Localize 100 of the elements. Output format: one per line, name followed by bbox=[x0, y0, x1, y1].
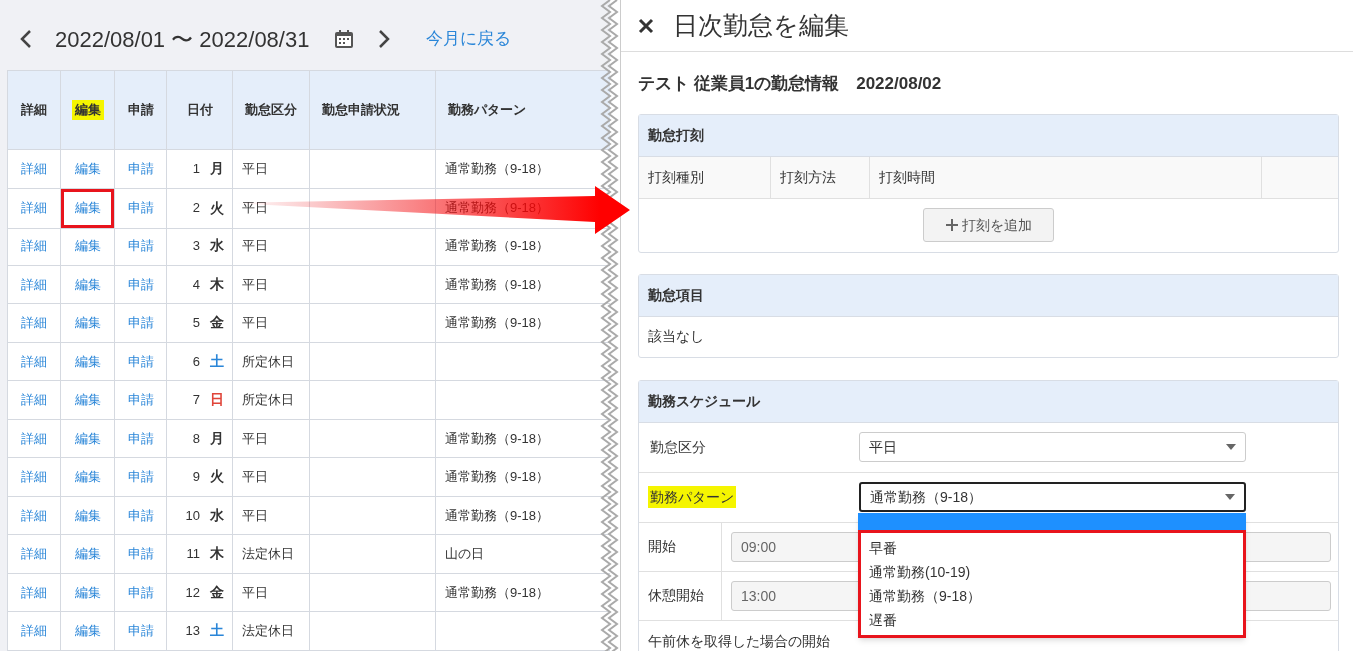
section-title: 勤務スケジュール bbox=[648, 391, 760, 411]
field-label: 午前休を取得した場合の開始 bbox=[648, 631, 830, 651]
apply-link[interactable]: 申請 bbox=[127, 198, 154, 218]
edit-link[interactable]: 編集 bbox=[74, 621, 101, 641]
apply-link[interactable]: 申請 bbox=[127, 274, 154, 294]
field-label: 開始 bbox=[648, 537, 676, 556]
edit-link[interactable]: 編集 bbox=[74, 582, 101, 602]
table-cell-text: 通常勤務（9-18） bbox=[445, 275, 550, 294]
date-range: 2022/08/01 〜 2022/08/31 bbox=[55, 25, 310, 54]
detail-link[interactable]: 詳細 bbox=[21, 313, 47, 333]
apply-link[interactable]: 申請 bbox=[127, 467, 154, 487]
table-cell-text: 通常勤務（9-18） bbox=[445, 429, 550, 448]
detail-link[interactable]: 詳細 bbox=[21, 428, 47, 448]
table-cell-text: 平日 bbox=[242, 237, 268, 255]
employee-heading: テスト 従業員1の勤怠情報 2022/08/02 bbox=[638, 73, 943, 95]
field-label: 勤怠区分 bbox=[649, 437, 707, 457]
detail-link[interactable]: 詳細 bbox=[21, 582, 47, 602]
day-number: 2 bbox=[191, 199, 200, 218]
table-cell-text: 平日 bbox=[242, 275, 268, 294]
weekday-text: 土 bbox=[210, 351, 224, 371]
apply-link[interactable]: 申請 bbox=[127, 313, 154, 333]
dropdown-option[interactable]: 通常勤務（9-18） bbox=[861, 583, 1243, 608]
day-number: 11 bbox=[185, 545, 200, 563]
weekday-text: 火 bbox=[210, 467, 224, 487]
apply-link[interactable]: 申請 bbox=[127, 236, 154, 256]
table-cell-text: 通常勤務（9-18） bbox=[445, 314, 550, 332]
column-header: 勤務パターン bbox=[447, 101, 527, 120]
weekday-text: 水 bbox=[210, 236, 224, 256]
day-number: 6 bbox=[191, 352, 200, 371]
today-link[interactable]: 今月に戻る bbox=[426, 26, 512, 52]
apply-link[interactable]: 申請 bbox=[127, 621, 154, 641]
apply-link[interactable]: 申請 bbox=[127, 351, 154, 371]
apply-link[interactable]: 申請 bbox=[127, 505, 154, 525]
edit-link[interactable]: 編集 bbox=[61, 188, 114, 228]
apply-link[interactable]: 申請 bbox=[127, 390, 154, 410]
edit-link[interactable]: 編集 bbox=[74, 505, 101, 525]
table-cell-text: 平日 bbox=[242, 506, 268, 525]
caret-icon bbox=[1226, 444, 1236, 450]
detail-link[interactable]: 詳細 bbox=[21, 236, 47, 256]
section-title: 勤怠打刻 bbox=[648, 125, 704, 145]
detail-link[interactable]: 詳細 bbox=[21, 390, 47, 410]
select-field[interactable]: 平日 bbox=[859, 432, 1246, 462]
weekday-text: 金 bbox=[210, 313, 224, 333]
table-cell-text: 法定休日 bbox=[242, 545, 294, 563]
day-number: 9 bbox=[191, 468, 200, 486]
weekday-text: 水 bbox=[210, 505, 224, 525]
edit-link[interactable]: 編集 bbox=[74, 428, 101, 448]
apply-link[interactable]: 申請 bbox=[127, 159, 154, 179]
table-cell-text: 平日 bbox=[242, 429, 268, 448]
day-number: 1 bbox=[191, 160, 200, 178]
apply-link[interactable]: 申請 bbox=[127, 428, 154, 448]
detail-link[interactable]: 詳細 bbox=[21, 544, 47, 564]
detail-link[interactable]: 詳細 bbox=[21, 621, 47, 641]
field-label: 休憩開始 bbox=[648, 586, 704, 605]
detail-link[interactable]: 詳細 bbox=[21, 198, 47, 218]
table-cell-text: 通常勤務（9-18） bbox=[445, 160, 550, 178]
edit-link[interactable]: 編集 bbox=[74, 390, 101, 410]
table-cell-text: 法定休日 bbox=[242, 622, 294, 640]
edit-link[interactable]: 編集 bbox=[74, 236, 101, 256]
column-header: 編集 bbox=[71, 100, 104, 120]
apply-link[interactable]: 申請 bbox=[127, 544, 154, 564]
column-header: 打刻種別 bbox=[648, 167, 704, 187]
edit-link[interactable]: 編集 bbox=[74, 274, 101, 294]
weekday-text: 月 bbox=[210, 428, 224, 448]
detail-link[interactable]: 詳細 bbox=[21, 505, 47, 525]
apply-link[interactable]: 申請 bbox=[127, 582, 154, 602]
close-button[interactable] bbox=[638, 17, 654, 34]
detail-link[interactable]: 詳細 bbox=[21, 274, 47, 294]
field-label: 勤務パターン bbox=[648, 485, 736, 508]
edit-link[interactable]: 編集 bbox=[74, 544, 101, 564]
column-header: 打刻時間 bbox=[879, 167, 935, 187]
weekday-text: 木 bbox=[210, 274, 224, 294]
day-number: 7 bbox=[191, 391, 200, 409]
highlighted-option[interactable] bbox=[858, 512, 1246, 530]
dropdown-option[interactable]: 遅番 bbox=[861, 607, 1243, 632]
add-punch-button[interactable]: 打刻を追加 bbox=[923, 208, 1054, 242]
table-cell-text: 通常勤務（9-18） bbox=[445, 583, 550, 602]
table-cell-text: 通常勤務（9-18） bbox=[445, 506, 550, 525]
edit-link[interactable]: 編集 bbox=[74, 351, 101, 371]
column-header: 勤怠申請状況 bbox=[321, 101, 401, 120]
detail-link[interactable]: 詳細 bbox=[21, 467, 47, 487]
select-field[interactable]: 通常勤務（9-18） bbox=[859, 482, 1246, 512]
day-number: 4 bbox=[191, 275, 200, 294]
dropdown-option[interactable]: 通常勤務(10-19) bbox=[861, 559, 1243, 584]
table-cell-text: 通常勤務（9-18） bbox=[445, 237, 550, 255]
day-number: 12 bbox=[184, 583, 200, 602]
table-cell-text: 平日 bbox=[242, 199, 268, 218]
edit-link[interactable]: 編集 bbox=[74, 467, 101, 487]
column-header: 詳細 bbox=[20, 101, 48, 120]
table-cell-text: 通常勤務（9-18） bbox=[445, 468, 550, 486]
column-header: 日付 bbox=[185, 101, 214, 120]
day-number: 13 bbox=[184, 622, 200, 640]
edit-link[interactable]: 編集 bbox=[74, 313, 101, 333]
detail-link[interactable]: 詳細 bbox=[21, 351, 47, 371]
weekday-text: 火 bbox=[210, 198, 224, 218]
edit-link[interactable]: 編集 bbox=[74, 159, 101, 179]
detail-link[interactable]: 詳細 bbox=[21, 159, 47, 179]
dropdown-option[interactable]: 早番 bbox=[861, 535, 1243, 560]
table-cell-text: 所定休日 bbox=[242, 391, 294, 409]
section-title: 勤怠項目 bbox=[648, 285, 704, 305]
